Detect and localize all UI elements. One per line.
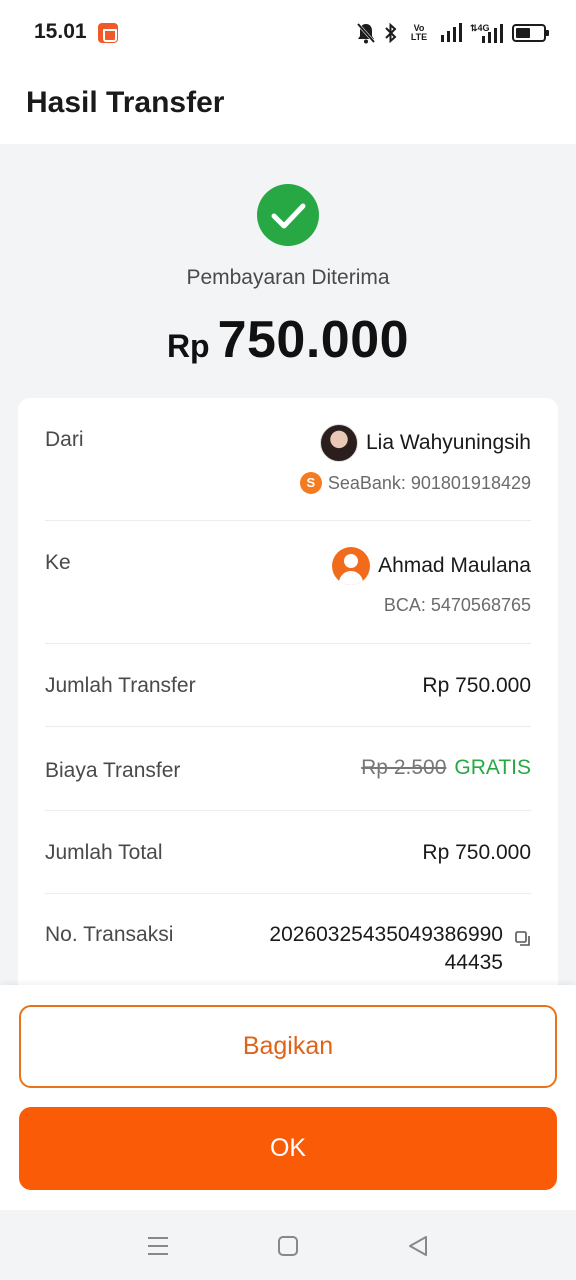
transfer-fee-free: GRATIS bbox=[454, 756, 531, 779]
detail-row-transaction-no: No. Transaksi 20260325435049386990 44435 bbox=[45, 923, 531, 983]
bottom-action-bar: Bagikan OK bbox=[0, 985, 576, 1210]
detail-row-from: Dari Lia Wahyuningsih S SeaBank: 9018019… bbox=[45, 424, 531, 498]
copy-icon[interactable] bbox=[515, 931, 531, 947]
status-icons: Vo LTE ⇅4G bbox=[356, 20, 549, 46]
system-nav-bar bbox=[0, 1210, 576, 1280]
transfer-details-card: Dari Lia Wahyuningsih S SeaBank: 9018019… bbox=[18, 398, 558, 1038]
svg-text:⇅4G: ⇅4G bbox=[470, 23, 490, 33]
back-icon[interactable] bbox=[404, 1232, 432, 1260]
page-title: Hasil Transfer bbox=[26, 86, 225, 119]
amount-value: 750.000 bbox=[217, 311, 410, 369]
sender-account-line: S SeaBank: 901801918429 bbox=[299, 472, 531, 494]
sender-line: Lia Wahyuningsih bbox=[320, 424, 531, 462]
recipient-bank-account: BCA: 5470568765 bbox=[383, 595, 531, 615]
transaction-no-label: No. Transaksi bbox=[45, 923, 174, 946]
battery-icon bbox=[512, 24, 549, 42]
sender-bank-account: SeaBank: 901801918429 bbox=[327, 472, 531, 493]
sender-avatar bbox=[320, 424, 358, 462]
recipient-account-line: BCA: 5470568765 bbox=[384, 595, 531, 616]
transaction-no-line-2: 44435 bbox=[444, 951, 503, 974]
sender-name: Lia Wahyuningsih bbox=[366, 431, 531, 454]
transaction-no-line-1: 20260325435049386990 bbox=[269, 923, 503, 946]
amount-display: Rp 750.000 bbox=[0, 310, 576, 370]
signal-icon bbox=[441, 23, 462, 42]
success-check-icon bbox=[257, 184, 319, 246]
divider bbox=[45, 726, 531, 727]
mute-icon bbox=[356, 23, 376, 44]
transfer-amount-value: Rp 750.000 bbox=[422, 674, 531, 697]
payment-status-text: Pembayaran Diterima bbox=[186, 266, 390, 289]
detail-row-transfer-amount: Jumlah Transfer Rp 750.000 bbox=[45, 674, 531, 704]
total-amount-label: Jumlah Total bbox=[45, 841, 163, 864]
recipient-name: Ahmad Maulana bbox=[378, 554, 531, 577]
transfer-fee-original: Rp 2.500 bbox=[361, 756, 447, 779]
total-amount-value: Rp 750.000 bbox=[422, 841, 531, 864]
transaction-no-value: 20260325435049386990 44435 bbox=[269, 921, 503, 977]
transfer-fee-label: Biaya Transfer bbox=[45, 759, 181, 782]
divider bbox=[45, 520, 531, 521]
divider bbox=[45, 893, 531, 894]
detail-row-to: Ke Ahmad Maulana BCA: 5470568765 bbox=[45, 547, 531, 621]
amount-currency: Rp bbox=[166, 328, 210, 364]
transfer-fee-value-group: Rp 2.500 GRATIS bbox=[361, 756, 531, 780]
divider bbox=[45, 810, 531, 811]
ok-button[interactable]: OK bbox=[19, 1107, 557, 1190]
menu-icon[interactable] bbox=[144, 1232, 172, 1260]
detail-row-total-amount: Jumlah Total Rp 750.000 bbox=[45, 841, 531, 871]
4g-signal-icon: ⇅4G bbox=[470, 23, 503, 43]
share-button[interactable]: Bagikan bbox=[19, 1005, 557, 1088]
detail-row-transfer-fee: Biaya Transfer Rp 2.500 GRATIS bbox=[45, 756, 531, 786]
status-bar: 15.01 Vo LTE ⇅4G bbox=[0, 0, 576, 64]
status-time: 15.01 bbox=[34, 20, 87, 43]
recipient-avatar-icon bbox=[332, 547, 371, 585]
app-header: Hasil Transfer bbox=[0, 64, 576, 144]
bluetooth-icon bbox=[385, 22, 397, 44]
to-label: Ke bbox=[45, 551, 71, 574]
from-label: Dari bbox=[45, 428, 84, 451]
seabank-logo-icon: S bbox=[299, 472, 322, 494]
divider bbox=[45, 643, 531, 644]
shopee-notification-icon bbox=[98, 23, 118, 43]
transfer-amount-label: Jumlah Transfer bbox=[45, 674, 196, 697]
recipient-line: Ahmad Maulana bbox=[332, 547, 531, 585]
home-icon[interactable] bbox=[274, 1232, 302, 1260]
volte-icon: Vo LTE bbox=[410, 23, 428, 42]
